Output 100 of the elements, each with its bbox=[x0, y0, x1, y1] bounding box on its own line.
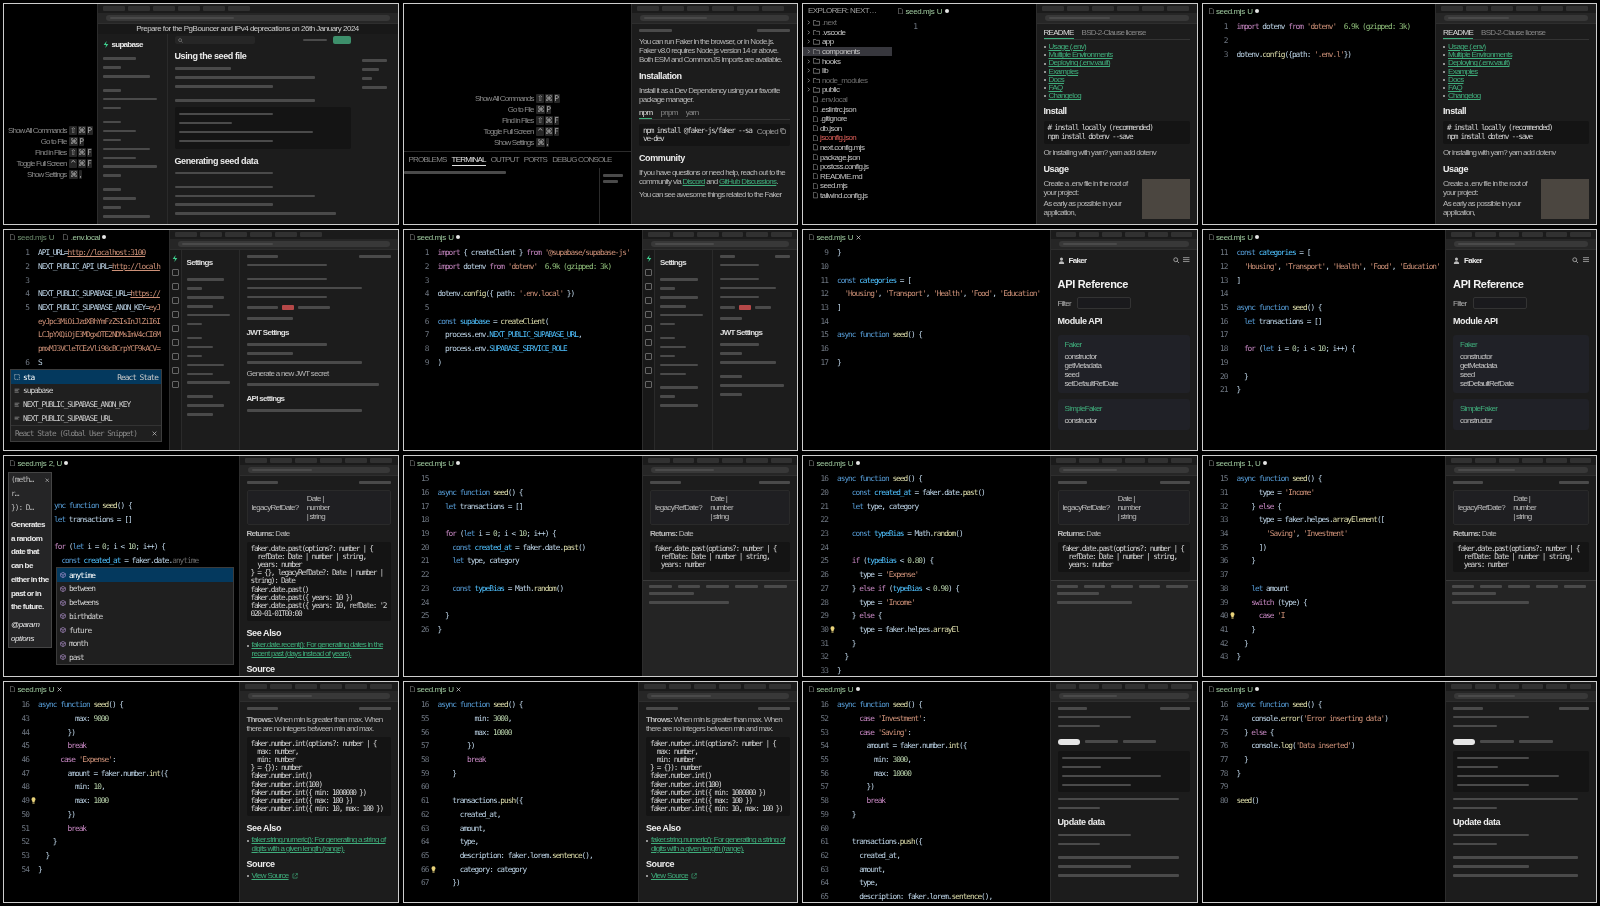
tab-pill[interactable] bbox=[1453, 738, 1475, 745]
address-bar[interactable] bbox=[247, 467, 390, 473]
address-bar[interactable] bbox=[177, 241, 390, 247]
copy-icon[interactable] bbox=[780, 128, 786, 135]
link[interactable]: faker.string.numeric(): For generating a string of digits with a given length (range). bbox=[251, 836, 391, 854]
api-link[interactable]: constructor bbox=[1460, 352, 1492, 361]
link[interactable]: Docs bbox=[1048, 75, 1064, 84]
tree-item[interactable]: README.md bbox=[803, 171, 892, 182]
editor-tab[interactable]: seed.mjs U bbox=[409, 457, 461, 469]
bolt-icon[interactable] bbox=[172, 255, 178, 262]
external-link-icon[interactable] bbox=[291, 872, 298, 879]
search-icon[interactable] bbox=[1572, 256, 1579, 264]
link[interactable]: Usage (.env) bbox=[1048, 43, 1086, 52]
bolt-icon[interactable] bbox=[645, 255, 652, 262]
address-bar[interactable] bbox=[640, 15, 789, 21]
address-bar[interactable] bbox=[1058, 467, 1189, 473]
link[interactable]: Examples bbox=[1448, 67, 1478, 76]
close-icon[interactable] bbox=[152, 430, 157, 436]
tree-item[interactable]: next.config.mjs bbox=[803, 142, 892, 153]
doc-tab[interactable]: BSD-2-Clause license bbox=[1481, 28, 1546, 39]
link[interactable]: faker.string.numeric(): For generating a string of digits with a given length (range). bbox=[651, 836, 790, 854]
editor-tab[interactable]: seed.mjs U bbox=[809, 231, 861, 243]
editor-tab[interactable]: seed.mjs U bbox=[409, 231, 461, 243]
editor-tab[interactable]: seed.mjs U bbox=[409, 683, 462, 695]
doc-tab[interactable]: README bbox=[1443, 28, 1474, 39]
tree-item[interactable]: components bbox=[803, 46, 892, 57]
panel-tab[interactable]: PROBLEMS bbox=[408, 155, 447, 166]
lightbulb-icon[interactable] bbox=[430, 865, 436, 873]
menu-icon[interactable] bbox=[1183, 257, 1190, 263]
editor-tab[interactable]: seed.mjs 2, U bbox=[10, 457, 69, 469]
panel-tab[interactable]: DEBUG CONSOLE bbox=[552, 155, 612, 166]
tree-item[interactable]: .next bbox=[803, 18, 892, 28]
tree-item[interactable]: .eslintrc.json bbox=[803, 104, 892, 114]
link[interactable]: Deploying (.env.vault) bbox=[1048, 59, 1110, 68]
api-link[interactable]: constructor bbox=[1064, 416, 1097, 425]
filter-field[interactable] bbox=[1077, 297, 1132, 309]
close-icon[interactable] bbox=[44, 477, 49, 483]
link[interactable]: View Source bbox=[651, 871, 689, 881]
doc-tab[interactable]: yarn bbox=[685, 107, 699, 119]
panel-tab[interactable]: OUTPUT bbox=[490, 155, 519, 166]
tree-item[interactable]: hooks bbox=[803, 56, 892, 66]
tree-item[interactable]: .env.local bbox=[803, 94, 892, 105]
api-link[interactable]: SimpleFaker bbox=[1064, 404, 1102, 414]
address-bar[interactable] bbox=[651, 241, 789, 247]
lightbulb-icon[interactable] bbox=[1229, 612, 1235, 620]
address-bar[interactable] bbox=[1058, 241, 1189, 247]
api-link[interactable]: constructor bbox=[1064, 352, 1097, 361]
tree-item[interactable]: .vscode bbox=[803, 27, 892, 38]
doc-tab[interactable]: README bbox=[1043, 28, 1074, 39]
tab-pill[interactable] bbox=[1057, 738, 1080, 745]
link[interactable]: Examples bbox=[1048, 67, 1079, 76]
api-link[interactable]: seed bbox=[1460, 370, 1475, 379]
address-bar[interactable] bbox=[1444, 15, 1588, 21]
api-link[interactable]: getMetadata bbox=[1064, 361, 1102, 370]
address-bar[interactable] bbox=[1454, 693, 1588, 699]
search-field[interactable] bbox=[174, 36, 255, 44]
tree-item[interactable]: postcss.config.js bbox=[803, 161, 892, 172]
link[interactable]: FAQ bbox=[1448, 84, 1462, 93]
address-bar[interactable] bbox=[1058, 693, 1189, 699]
tree-item[interactable]: db.json bbox=[803, 123, 892, 134]
api-link[interactable]: seed bbox=[1064, 370, 1080, 379]
editor-tab[interactable]: seed.mjs U bbox=[1208, 231, 1260, 243]
editor-tab[interactable]: seed.mjs U bbox=[10, 683, 62, 695]
lightbulb-icon[interactable] bbox=[31, 797, 36, 805]
tree-item[interactable]: tailwind.config.js bbox=[803, 190, 892, 201]
tree-item[interactable]: package.json bbox=[803, 152, 892, 162]
editor-tab[interactable]: seed.mjs U bbox=[809, 457, 860, 469]
editor-tab[interactable]: seed.mjs U bbox=[898, 5, 949, 17]
search-icon[interactable] bbox=[1172, 256, 1179, 264]
address-bar[interactable] bbox=[105, 15, 390, 21]
link[interactable]: Discord bbox=[682, 177, 705, 186]
api-link[interactable]: Faker bbox=[1064, 340, 1082, 350]
api-link[interactable]: setDefaultRefDate bbox=[1460, 379, 1514, 388]
tree-item[interactable]: lib bbox=[803, 65, 892, 76]
lightbulb-icon[interactable] bbox=[830, 625, 835, 633]
link[interactable]: FAQ bbox=[1048, 84, 1063, 93]
close-icon[interactable] bbox=[855, 234, 861, 240]
api-link[interactable]: SimpleFaker bbox=[1460, 404, 1498, 414]
api-link[interactable]: setDefaultRefDate bbox=[1064, 379, 1118, 388]
link[interactable]: Multiple Environments bbox=[1048, 51, 1113, 60]
menu-icon[interactable] bbox=[1582, 257, 1589, 263]
editor-tab[interactable]: seed.mjs U bbox=[10, 231, 55, 243]
tree-item[interactable]: app bbox=[803, 37, 892, 47]
close-icon[interactable] bbox=[56, 686, 62, 692]
panel-tab[interactable]: TERMINAL bbox=[451, 155, 486, 166]
editor-tab[interactable]: seed.mjs U bbox=[1208, 683, 1260, 695]
api-link[interactable]: getMetadata bbox=[1460, 361, 1497, 370]
link[interactable]: Docs bbox=[1448, 75, 1464, 84]
address-bar[interactable] bbox=[1044, 15, 1189, 21]
doc-tab[interactable]: BSD-2-Clause license bbox=[1081, 28, 1146, 39]
external-link-icon[interactable] bbox=[691, 872, 698, 879]
address-bar[interactable] bbox=[247, 693, 390, 699]
tree-item[interactable]: node_modules bbox=[803, 75, 892, 86]
link[interactable]: faker.date.recent(): For generating dates in the recent past (days instead of years). bbox=[251, 641, 391, 659]
header-button[interactable] bbox=[332, 36, 351, 44]
tree-item[interactable]: .gitignore bbox=[803, 113, 892, 124]
editor-tab[interactable]: seed.mjs U bbox=[809, 683, 860, 695]
editor-tab[interactable]: seed.mjs U bbox=[1208, 5, 1260, 17]
tree-item[interactable]: jsconfig.json bbox=[803, 133, 892, 143]
editor-tab[interactable]: .env.local bbox=[63, 231, 107, 243]
